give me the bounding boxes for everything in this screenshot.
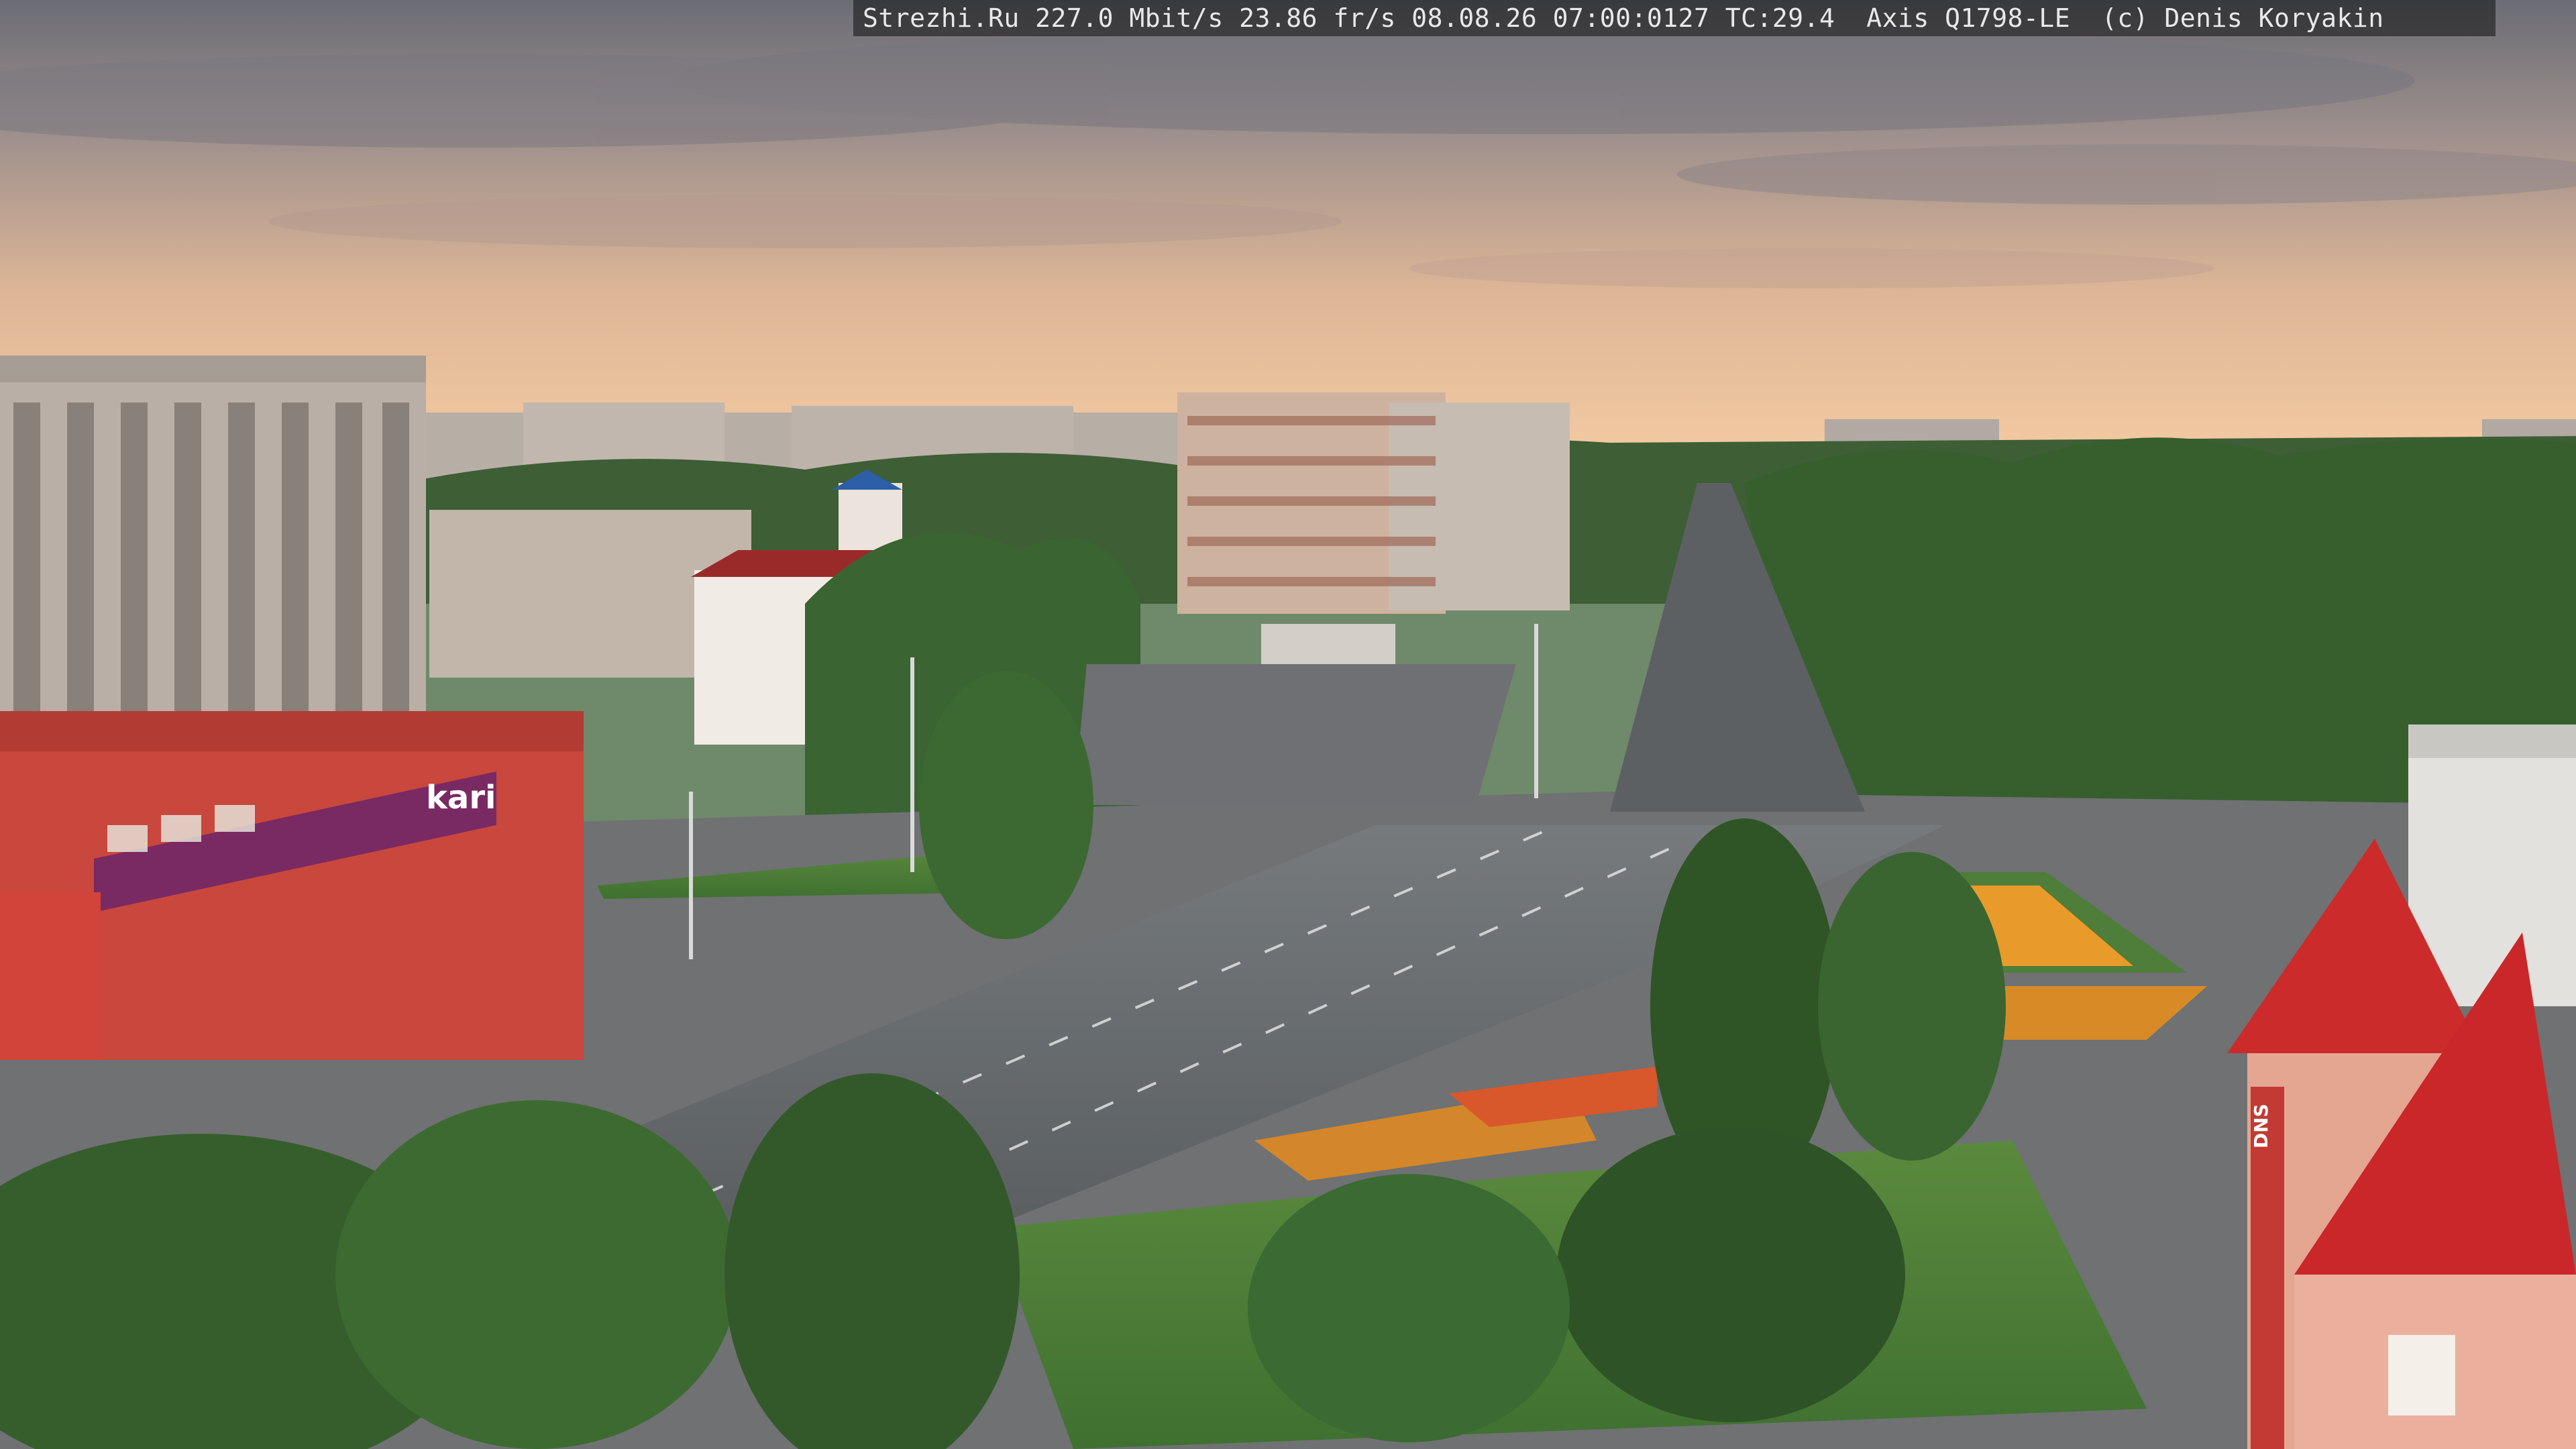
camera-info-overlay: Strezhi.Ru 227.0 Mbit/s 23.86 fr/s 08.08…	[853, 0, 2496, 36]
central-building	[1177, 392, 1570, 684]
parking-lot	[1073, 664, 1516, 805]
store-sign: kari	[426, 779, 496, 816]
store-building: kari	[0, 711, 584, 1060]
camera-info-text: Strezhi.Ru 227.0 Mbit/s 23.86 fr/s 08.08…	[863, 3, 2384, 33]
tower-sign: DNS	[2250, 1104, 2272, 1148]
webcam-scene: kari DNS	[0, 0, 2576, 1449]
